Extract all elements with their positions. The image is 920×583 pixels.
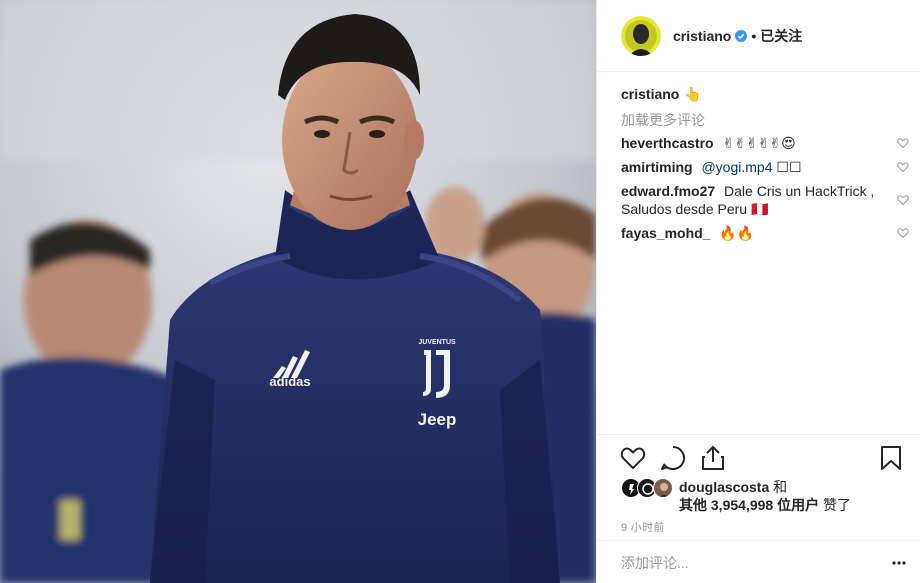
header-separator: •	[751, 27, 757, 44]
likes-count: 3,954,998	[710, 497, 774, 513]
caption-text: 👆	[684, 85, 702, 102]
add-comment-input[interactable]	[621, 553, 861, 573]
load-more-comments-button[interactable]: 加载更多评论	[621, 110, 911, 128]
bookmark-icon	[881, 446, 901, 470]
post-photo-illustration: adidas JUVENTUS Jeep	[0, 0, 596, 583]
adidas-text: adidas	[269, 374, 310, 389]
heart-icon	[620, 447, 646, 470]
add-comment-bar	[597, 540, 920, 583]
like-button[interactable]	[619, 444, 647, 472]
avatar[interactable]	[621, 15, 661, 56]
likes-liked-text: 赞了	[822, 497, 851, 513]
comment-item: edward.fmo27 Dale Cris un HackTrick , Sa…	[621, 182, 911, 218]
comment-username[interactable]: edward.fmo27	[621, 183, 715, 199]
post-side-panel: cristiano • 已关注 cristiano 👆 加载更多评论 hever…	[596, 0, 920, 583]
post-actions-bar	[597, 434, 920, 481]
likes-summary: douglascosta 和 其他 3,954,998 位用户 赞了	[621, 478, 911, 514]
like-comment-heart-icon[interactable]	[897, 194, 909, 206]
comment-item: amirtiming @yogi.mp4 ☐☐	[621, 158, 911, 176]
liker-username[interactable]: douglascosta	[679, 479, 769, 495]
comment-username[interactable]: fayas_mohd_	[621, 225, 710, 241]
comment-bubble-icon	[661, 446, 685, 470]
share-upload-icon	[702, 445, 724, 470]
comment-text: ☐☐	[776, 159, 802, 175]
save-button[interactable]	[877, 444, 905, 472]
like-comment-heart-icon[interactable]	[897, 227, 909, 239]
juventus-text: JUVENTUS	[418, 339, 456, 346]
comment-text: ✌✌✌✌✌😍	[722, 135, 796, 151]
more-options-icon[interactable]	[891, 555, 907, 571]
likes-count-button[interactable]: 其他 3,954,998 位用户	[679, 497, 819, 513]
comment-item: fayas_mohd_ 🔥🔥	[621, 224, 911, 242]
caption-username[interactable]: cristiano	[621, 86, 679, 102]
share-button[interactable]	[699, 444, 727, 472]
liker-avatars[interactable]	[621, 478, 677, 500]
like-comment-heart-icon[interactable]	[897, 137, 909, 149]
comment-username[interactable]: heverthcastro	[621, 135, 714, 151]
post-timestamp[interactable]: 9 小时前	[621, 519, 665, 535]
following-button[interactable]: 已关注	[760, 26, 802, 46]
comments-list: cristiano 👆 加载更多评论 heverthcastro ✌✌✌✌✌😍 …	[621, 84, 911, 242]
comment-item: heverthcastro ✌✌✌✌✌😍	[621, 134, 911, 152]
liker-avatar	[653, 478, 673, 498]
like-comment-heart-icon[interactable]	[897, 161, 909, 173]
comment-text: 🔥🔥	[719, 225, 755, 241]
post-header: cristiano • 已关注	[597, 0, 920, 72]
post-photo[interactable]: adidas JUVENTUS Jeep	[0, 0, 596, 583]
likes-text: douglascosta 和 其他 3,954,998 位用户 赞了	[679, 478, 851, 514]
likes-others-prefix: 其他	[679, 497, 707, 513]
header-username[interactable]: cristiano	[673, 28, 731, 44]
comment-username[interactable]: amirtiming	[621, 159, 693, 175]
verified-badge-icon	[735, 29, 748, 42]
jeep-text: Jeep	[418, 410, 457, 429]
caption: cristiano 👆	[621, 84, 911, 104]
likes-others-suffix: 位用户	[777, 497, 820, 513]
comment-button[interactable]	[659, 444, 687, 472]
comment-mention-link[interactable]: @yogi.mp4	[701, 159, 772, 175]
instagram-post-dialog: adidas JUVENTUS Jeep cristiano • 已关注 cri…	[0, 0, 920, 583]
likes-and-text: 和	[773, 479, 788, 495]
